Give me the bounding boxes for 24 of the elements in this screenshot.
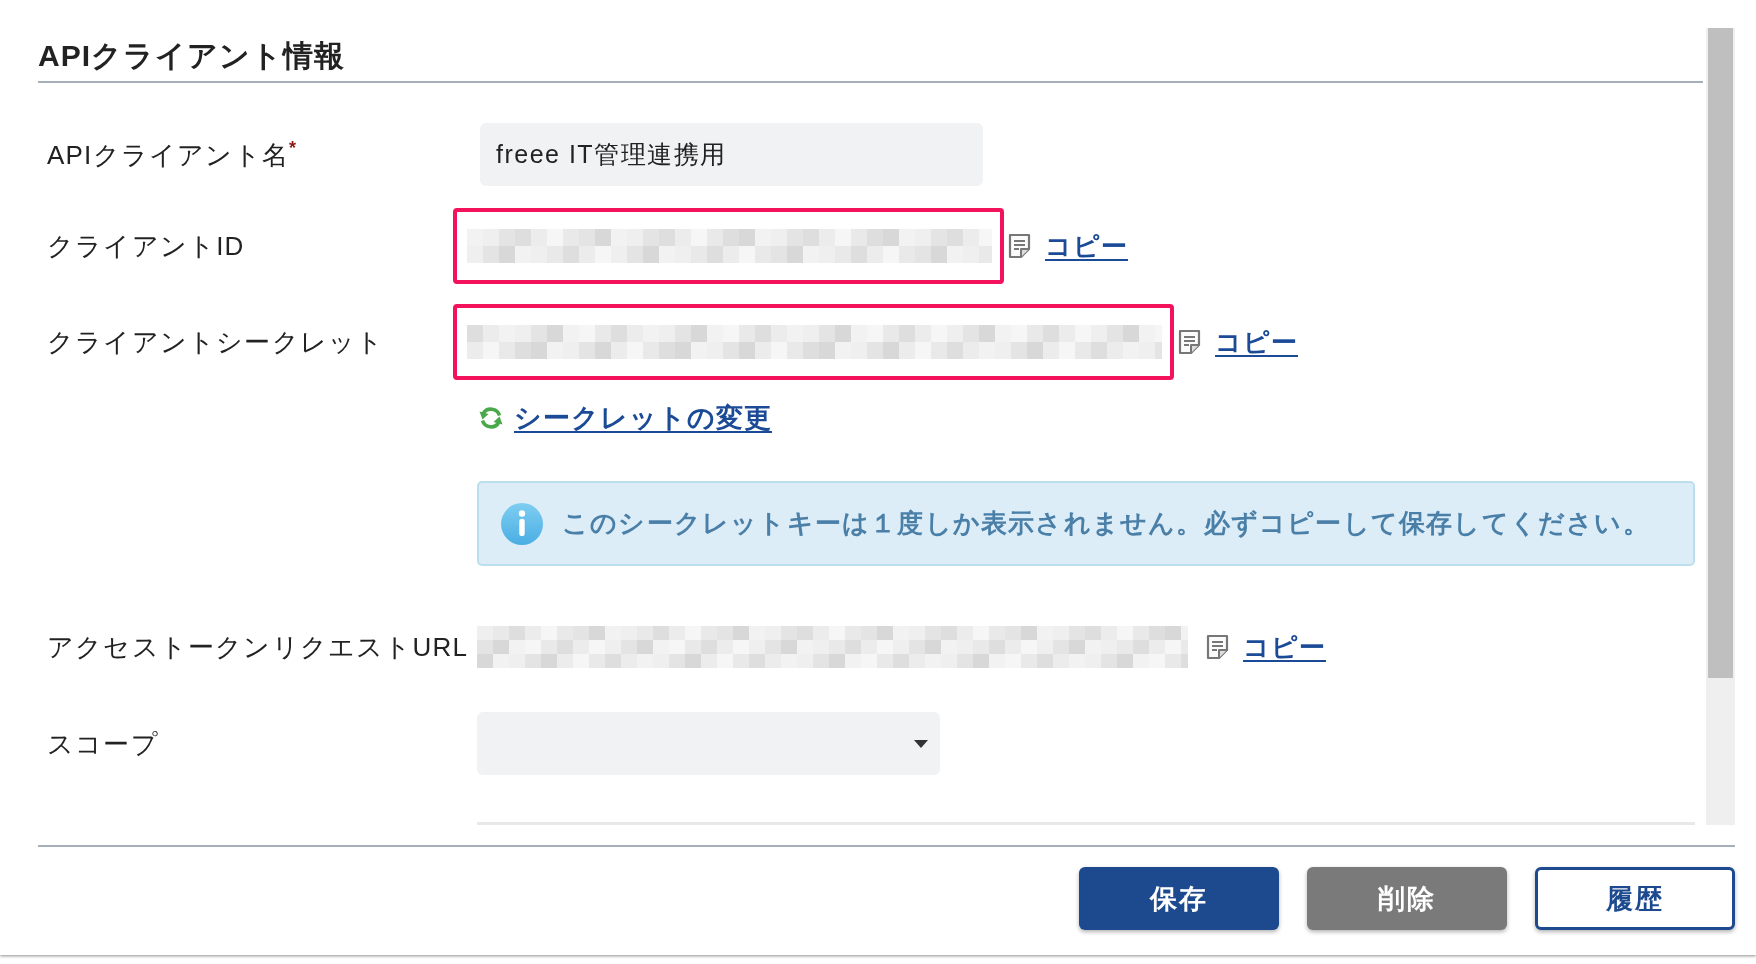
field-label: APIクライアント名 (47, 138, 289, 172)
field-label: クライアントシークレット (47, 326, 385, 359)
copy-link[interactable]: コピー (1243, 631, 1326, 663)
caret-icon (914, 739, 928, 748)
field-label: クライアントID (47, 230, 245, 263)
copy-link[interactable]: コピー (1045, 230, 1128, 262)
required-mark: * (288, 137, 298, 158)
document-icon[interactable] (1206, 634, 1229, 660)
action-button[interactable]: 履歴 (1535, 867, 1735, 930)
copy-link[interactable]: コピー (1215, 326, 1298, 358)
document-icon[interactable] (1178, 329, 1201, 355)
field-label: アクセストークンリクエストURL (47, 631, 469, 664)
info-icon (500, 501, 544, 546)
scrollbar-track[interactable] (1706, 28, 1735, 825)
action-button[interactable]: 保存 (1079, 867, 1279, 930)
change-secret-link[interactable]: シークレットの変更 (514, 402, 772, 434)
document-icon[interactable] (1008, 233, 1031, 259)
section-title: APIクライアント情報 (38, 38, 346, 74)
text-input[interactable]: freee IT管理連携用 (480, 123, 983, 186)
action-button[interactable]: 削除 (1307, 867, 1507, 930)
refresh-icon[interactable] (478, 405, 504, 431)
scrollbar-thumb[interactable] (1708, 28, 1733, 678)
notice-text: このシークレットキーは１度しか表示されません。必ずコピーして保存してください。 (562, 507, 1650, 540)
field-label: スコープ (47, 727, 159, 761)
